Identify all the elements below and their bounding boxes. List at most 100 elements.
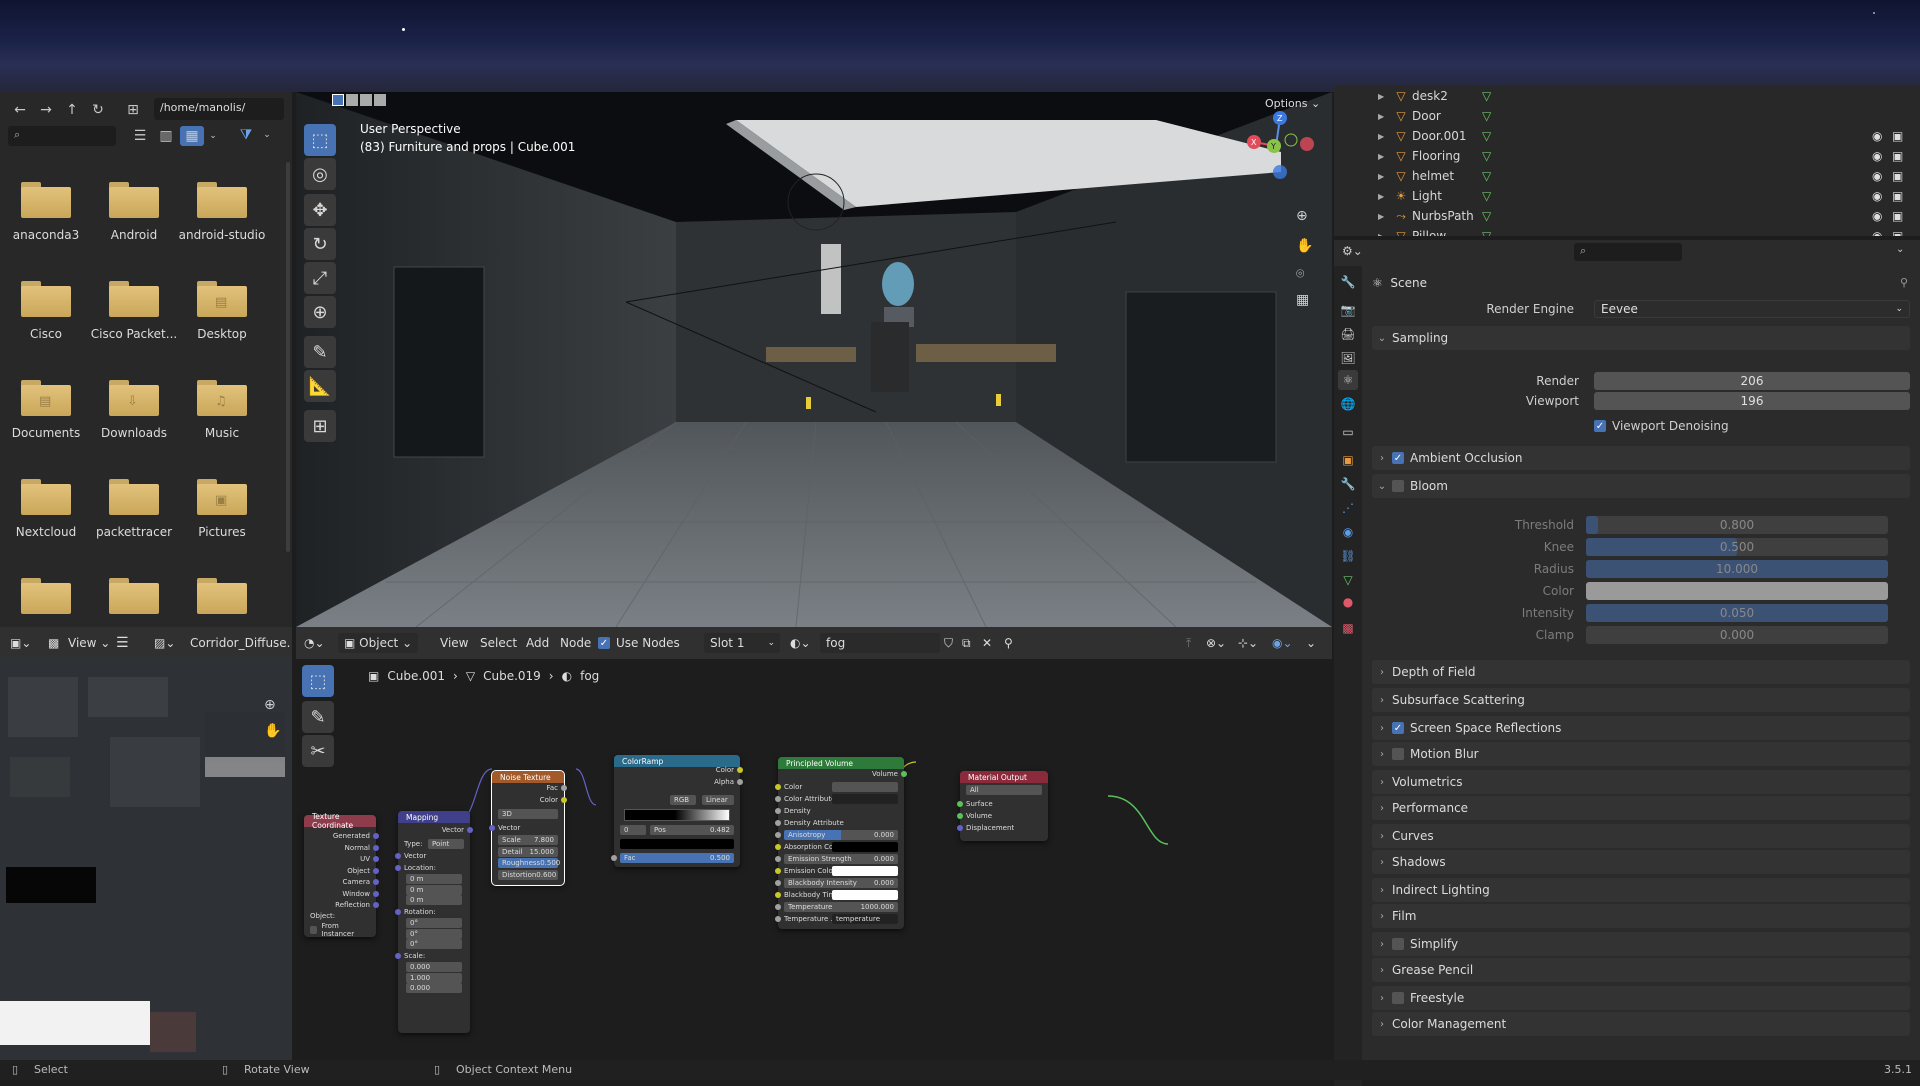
folder-item[interactable]: packettracer [94, 469, 174, 565]
editor-type-icon[interactable]: ⚙⌄ [1342, 244, 1366, 260]
folder-item[interactable]: android-studio [179, 172, 265, 268]
ramp-color-swatch[interactable] [620, 839, 734, 849]
folder-item[interactable]: ▣ Pictures [182, 469, 262, 565]
panel-header[interactable]: › ✓ Screen Space Reflections [1372, 716, 1910, 740]
overlay-icon[interactable]: ◉⌄ [1272, 633, 1293, 653]
noise-param-field[interactable]: Scale 7.800 [498, 835, 558, 845]
temperature-field[interactable]: Temperature 1000.000 [784, 902, 898, 912]
knee-slider[interactable]: 0.500 [1586, 538, 1888, 556]
image-browse-icon[interactable]: ▨⌄ [154, 633, 175, 653]
material-output-node[interactable]: Material Output All Surface Volume Displacem… [957, 771, 1048, 841]
checkbox-unchecked-icon[interactable] [1392, 938, 1404, 950]
eye-icon[interactable]: ◉ [1872, 169, 1882, 183]
eye-icon[interactable]: ◉ [1872, 129, 1882, 143]
duplicate-material-icon[interactable]: ⧉ [962, 633, 971, 653]
fake-user-shield-icon[interactable]: ⛉ [944, 633, 953, 653]
fac-field[interactable]: Fac 0.500 [620, 853, 734, 863]
panel-header[interactable]: › Simplify [1372, 932, 1910, 956]
panel-header[interactable]: › Volumetrics [1372, 770, 1910, 794]
camera-icon[interactable]: ▣ [1892, 169, 1903, 183]
outliner-row[interactable]: ▶ ☀ Light ▽ ◉ ▣ [1334, 186, 1920, 206]
object-tab-icon[interactable]: ▣ [1338, 450, 1358, 470]
object-field[interactable]: Object: [310, 911, 370, 921]
camera-icon[interactable]: ▣ [1892, 229, 1903, 236]
node-socket[interactable] [775, 856, 781, 862]
bloom-panel-header[interactable]: ⌄ Bloom [1372, 474, 1910, 498]
noise-texture-node[interactable]: Noise Texture Fac Color 3D Vector Scale 7.800 D… [489, 770, 567, 886]
sampling-panel-header[interactable]: ⌄ Sampling [1372, 326, 1910, 350]
panel-header[interactable]: › Performance [1372, 796, 1910, 820]
view-menu[interactable]: View ⌄ [68, 633, 110, 653]
panel-header[interactable]: › Film [1372, 904, 1910, 928]
scale-field[interactable]: 1.000 [406, 972, 462, 983]
eye-icon[interactable]: ◉ [1872, 149, 1882, 163]
node-menu[interactable]: Node [560, 633, 591, 653]
outliner-row[interactable]: ▶ ▽ Flooring ▽ ◉ ▣ [1334, 146, 1920, 166]
camera-icon[interactable]: ▣ [1892, 209, 1903, 223]
node-socket[interactable] [775, 796, 781, 802]
select-invert-icon[interactable] [374, 94, 386, 106]
node-socket[interactable] [611, 855, 617, 861]
outliner-row[interactable]: ▶ ▽ Pillow ▽ ◉ ▣ [1334, 226, 1920, 236]
folder-item[interactable]: Nextcloud [6, 469, 86, 565]
radius-slider[interactable]: 10.000 [1586, 560, 1888, 578]
physics-tab-icon[interactable]: ◉ [1338, 522, 1358, 542]
zoom-icon[interactable]: ⊕ [264, 697, 276, 713]
node-socket[interactable] [957, 825, 963, 831]
cursor-tool-icon[interactable]: ◎ [304, 158, 336, 190]
dimensions-dropdown[interactable]: 3D [498, 809, 558, 819]
snapping-grid-icon[interactable]: ⊹⌄ [1238, 633, 1258, 653]
expand-arrow-icon[interactable]: ▶ [1378, 172, 1390, 181]
move-tool-icon[interactable]: ✥ [304, 194, 336, 226]
outliner-row[interactable]: ▶ ▽ Door ▽ [1334, 106, 1920, 126]
expand-arrow-icon[interactable]: ▶ [1378, 92, 1390, 101]
select-extend-icon[interactable] [346, 94, 358, 106]
list-vertical-icon[interactable]: ☰ [128, 126, 152, 146]
node-socket[interactable] [957, 813, 963, 819]
scale-field[interactable]: 0.000 [406, 983, 462, 993]
node-socket[interactable] [775, 832, 781, 838]
list-horizontal-icon[interactable]: ▥ [154, 126, 178, 146]
slot-dropdown[interactable]: Slot 1 ⌄ [704, 633, 780, 653]
node-socket[interactable] [373, 867, 379, 874]
texture-coordinate-node[interactable]: Texture Coordinate Generated Normal UV Objec… [304, 812, 379, 938]
select-mode-buttons[interactable] [332, 94, 386, 112]
rotate-tool-icon[interactable]: ↻ [304, 228, 336, 260]
noise-param-field[interactable]: Distortion 0.600 [498, 869, 558, 880]
rotation-field[interactable]: 0° [406, 939, 462, 949]
image-name[interactable]: Corridor_Diffuse.dds [190, 633, 290, 653]
node-socket[interactable] [489, 825, 495, 831]
chevron-down-icon[interactable]: ⌄ [1896, 244, 1904, 255]
node-socket[interactable] [957, 801, 963, 807]
node-socket[interactable] [775, 808, 781, 814]
bloom-color-swatch[interactable] [1586, 582, 1888, 600]
node-socket[interactable] [775, 784, 781, 790]
texture-tab-icon[interactable]: ▩ [1338, 618, 1358, 638]
unlink-material-icon[interactable]: ✕ [982, 633, 992, 653]
colorramp-node[interactable]: ColorRamp Color Alpha RGB Linear 0 Pos 0.482 Fac… [611, 755, 743, 867]
intensity-slider[interactable]: 0.050 [1586, 604, 1888, 622]
pan-hand-icon[interactable]: ✋ [264, 723, 281, 739]
folder-item[interactable]: Cisco Packet... [91, 271, 177, 367]
location-field[interactable]: 0 m [406, 895, 462, 905]
noise-param-field[interactable]: Roughness 0.500 [498, 858, 560, 868]
outliner-row[interactable]: ▶ ▽ Door.001 ▽ ◉ ▣ [1334, 126, 1920, 146]
color-swatch[interactable] [832, 782, 898, 792]
use-nodes-toggle[interactable]: ✓ Use Nodes [598, 633, 680, 653]
camera-icon[interactable]: ▣ [1892, 149, 1903, 163]
forward-arrow-icon[interactable]: → [34, 98, 58, 122]
3d-viewport[interactable]: Options ⌄ User Perspective (83) Furnitur… [296, 92, 1332, 627]
filter-icon[interactable]: ⧩ [234, 124, 258, 146]
folder-item[interactable]: anaconda3 [6, 172, 86, 268]
panel-header[interactable]: › Grease Pencil [1372, 958, 1910, 982]
object-mode-dropdown[interactable]: ▣ Object ⌄ [338, 633, 418, 653]
noise-param-field[interactable]: Detail 15.000 [498, 846, 558, 857]
expand-arrow-icon[interactable]: ▶ [1378, 152, 1390, 161]
node-socket[interactable] [775, 868, 781, 874]
checkbox-unchecked-icon[interactable] [1392, 480, 1404, 492]
chevron-down-icon[interactable]: ⌄ [206, 126, 220, 146]
threshold-slider[interactable]: 0.800 [1586, 516, 1888, 534]
node-header[interactable]: Texture Coordinate [304, 812, 376, 830]
panel-header[interactable]: › Motion Blur [1372, 742, 1910, 766]
viewport-samples-field[interactable]: 196 [1594, 392, 1910, 410]
